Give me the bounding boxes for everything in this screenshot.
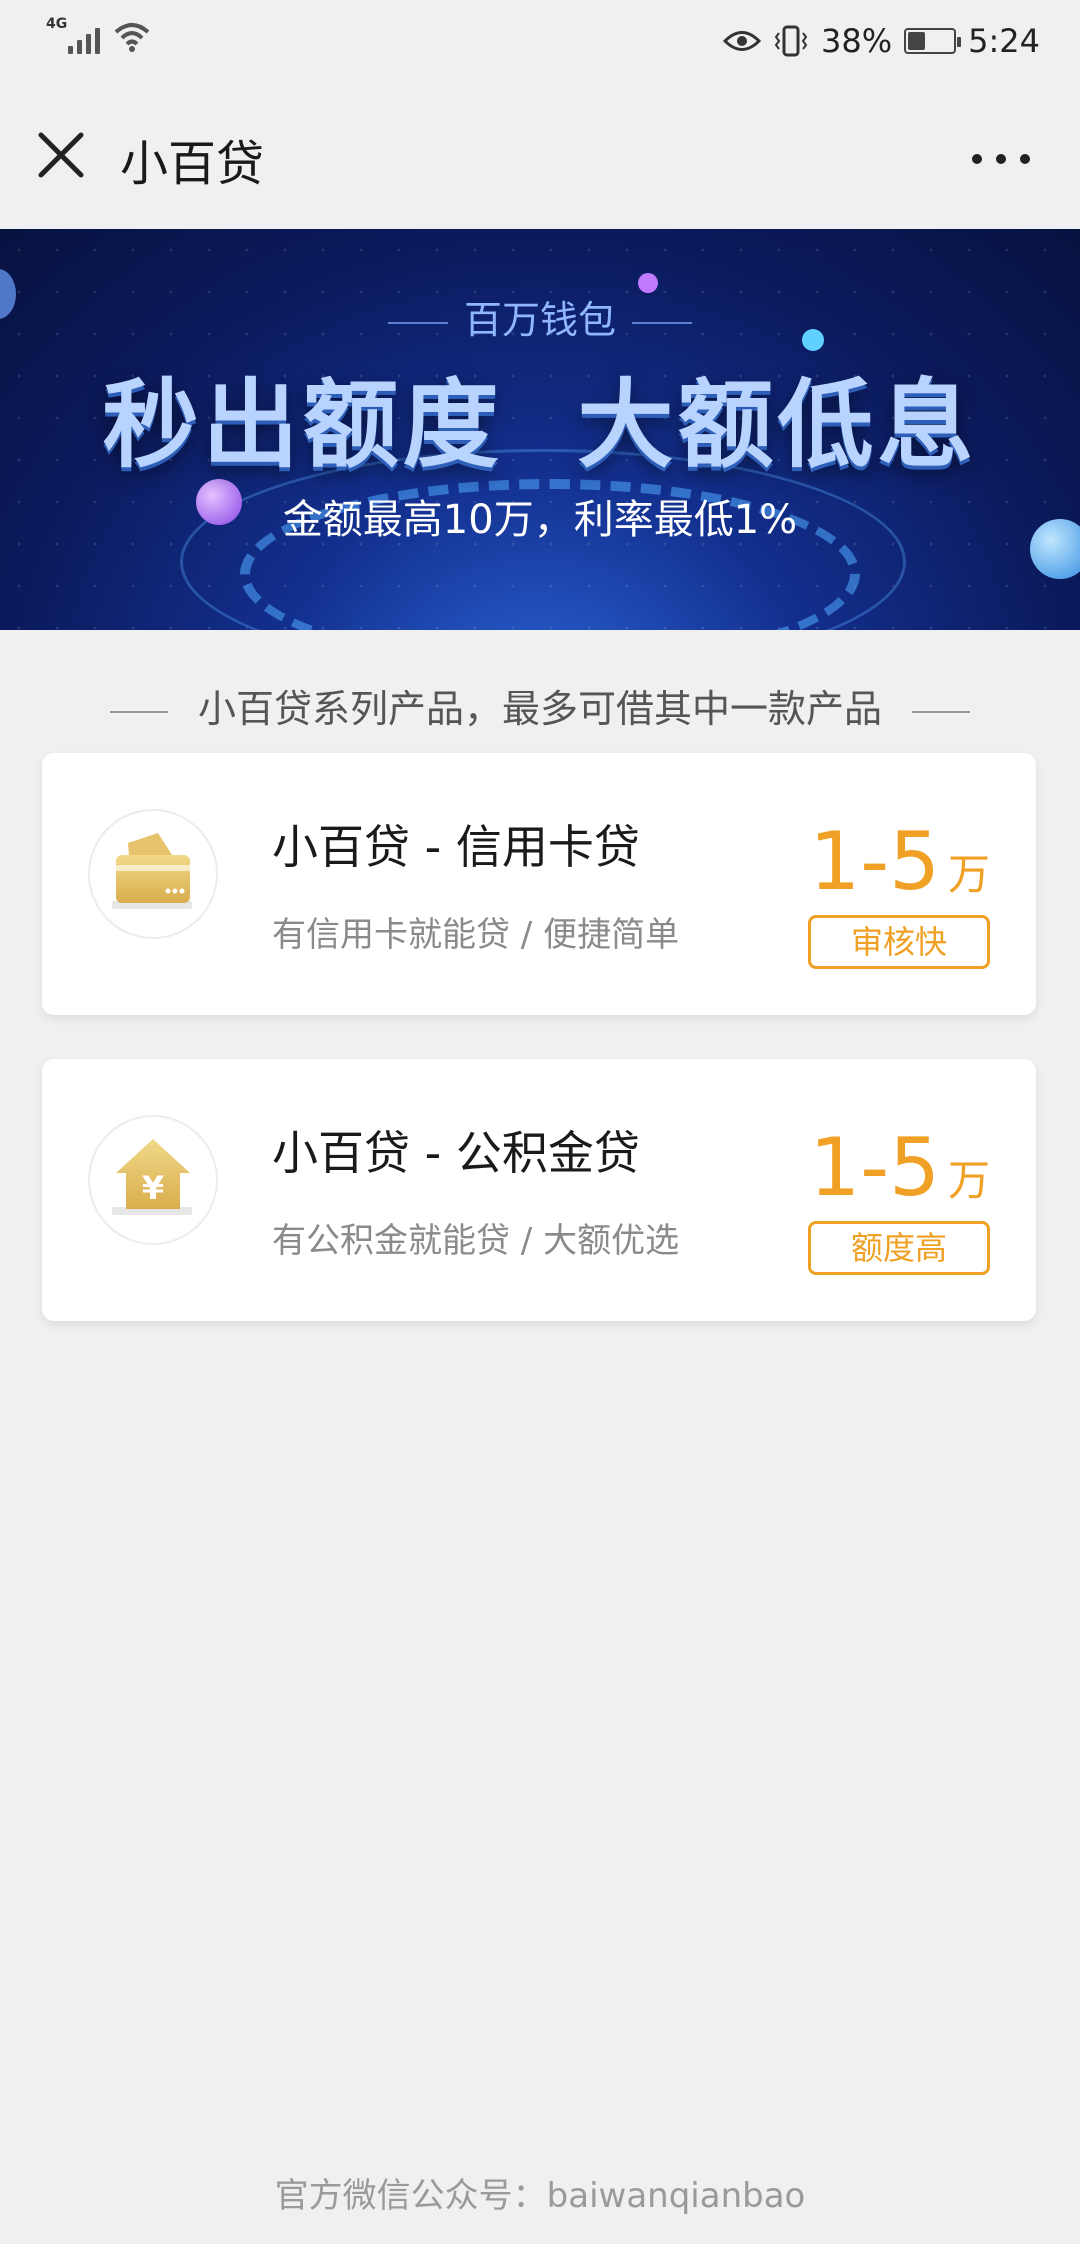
clock: 5:24 xyxy=(968,22,1040,60)
more-options-icon[interactable] xyxy=(972,154,1030,164)
wifi-icon xyxy=(114,23,150,52)
battery-icon xyxy=(904,28,962,54)
eye-icon xyxy=(723,31,762,51)
banner-description: 金额最高10万，利率最低1% xyxy=(282,497,798,543)
battery-percent: 38% xyxy=(821,22,893,60)
product-card[interactable]: 小百贷 - 信用卡贷 有信用卡就能贷 / 便捷简单 1-5 万 审核快 xyxy=(42,753,1036,1015)
product-amount: 1-5 万 xyxy=(809,815,990,908)
product-icon: ¥ xyxy=(88,1115,218,1245)
status-right: 38% 5:24 xyxy=(723,22,1040,60)
product-tag: 审核快 xyxy=(808,915,990,969)
footer-wechat-account: 官方微信公众号：baiwanqianbao xyxy=(274,2176,806,2216)
product-icon xyxy=(88,809,218,939)
product-amount: 1-5 万 xyxy=(809,1121,990,1214)
product-desc: 有公积金就能贷 / 大额优选 xyxy=(272,1221,680,1261)
nav-bar: 小百贷 xyxy=(0,84,1080,229)
svg-text:¥: ¥ xyxy=(142,1169,164,1207)
network-type: 4G xyxy=(46,16,68,32)
product-card[interactable]: ¥ 小百贷 - 公积金贷 有公积金就能贷 / 大额优选 1-5 万 额度高 xyxy=(42,1059,1036,1321)
promo-banner[interactable]: 百万钱包 秒出额度 大额低息 金额最高10万，利率最低1% xyxy=(0,229,1080,630)
credit-card-icon xyxy=(112,833,192,909)
vibrate-icon xyxy=(774,25,808,57)
product-tag: 额度高 xyxy=(808,1221,990,1275)
product-desc: 有信用卡就能贷 / 便捷简单 xyxy=(272,915,680,955)
status-bar: 4G 38% 5:24 xyxy=(0,0,1080,84)
product-name: 小百贷 - 信用卡贷 xyxy=(272,820,640,874)
section-heading: 小百贷系列产品，最多可借其中一款产品 xyxy=(0,678,1080,733)
banner-subtitle: 百万钱包 xyxy=(0,289,1080,344)
product-name: 小百贷 - 公积金贷 xyxy=(272,1126,640,1180)
house-yuan-icon: ¥ xyxy=(112,1139,192,1215)
status-left: 4G xyxy=(46,16,152,54)
page-title: 小百贷 xyxy=(120,136,265,192)
banner-headline: 秒出额度 大额低息 xyxy=(102,369,978,481)
close-icon[interactable] xyxy=(36,130,86,180)
cellular-signal-icon: 4G xyxy=(46,16,100,54)
